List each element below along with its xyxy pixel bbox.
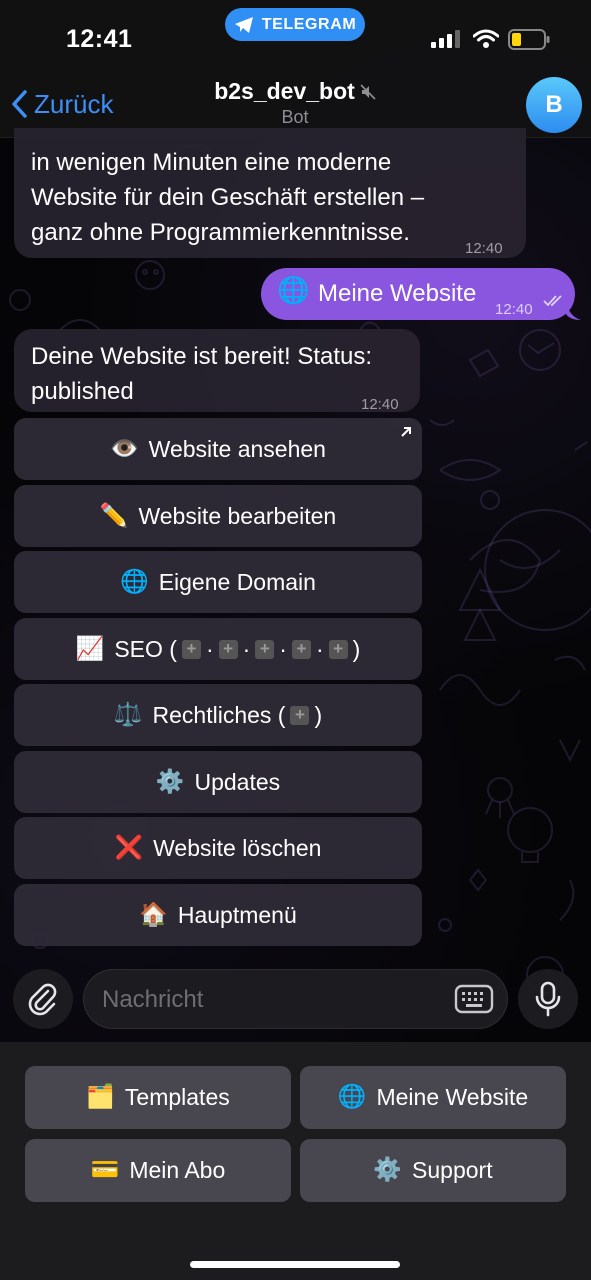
website-loeschen-button[interactable]: ❌ Website löschen <box>14 817 422 879</box>
globe-icon: 🌐 <box>337 1084 367 1110</box>
gear-icon: ⚙️ <box>155 768 185 795</box>
button-label: Website löschen <box>153 834 322 861</box>
microphone-icon <box>535 981 561 1017</box>
outgoing-message[interactable]: 🌐 Meine Website 12:40 <box>261 268 575 320</box>
message-line: Website für dein Geschäft erstellen – <box>31 184 425 211</box>
telegram-pill[interactable]: TELEGRAM <box>225 8 365 41</box>
button-label: Updates <box>194 768 281 795</box>
message-line: in wenigen Minuten eine moderne <box>31 149 392 176</box>
seo-label-row: SEO ( + · + · + · + · + ) <box>114 635 361 662</box>
gear-icon: ⚙️ <box>373 1157 403 1183</box>
incoming-message[interactable]: in wenigen Minuten eine moderne Website … <box>14 128 526 258</box>
plus-square-icon: + <box>181 639 201 659</box>
message-text: in wenigen Minuten eine moderne Website … <box>31 145 424 250</box>
eye-icon: 👁️ <box>110 435 139 462</box>
home-indicator[interactable] <box>190 1261 400 1268</box>
button-label: SEO ( <box>114 635 177 662</box>
keyboard-icon[interactable] <box>454 983 494 1015</box>
message-time: 12:40 <box>361 396 399 413</box>
globe-icon: 🌐 <box>120 568 149 595</box>
button-label: Support <box>412 1157 493 1183</box>
message-input-placeholder: Nachricht <box>102 986 204 1013</box>
button-label: Meine Website <box>376 1084 529 1110</box>
paper-plane-icon <box>234 16 253 33</box>
incoming-message[interactable]: Deine Website ist bereit! Status: publis… <box>14 329 420 413</box>
hauptmenue-button[interactable]: 🏠 Hauptmenü <box>14 884 422 946</box>
attach-button[interactable] <box>13 969 73 1029</box>
button-label: Website bearbeiten <box>138 502 337 529</box>
button-label: Templates <box>124 1084 230 1110</box>
message-input[interactable]: Nachricht <box>83 969 508 1029</box>
reply-keyboard: 🗂️ Templates 🌐 Meine Website 💳 Mein Abo … <box>0 1042 591 1280</box>
message-line: ganz ohne Programmierkenntnisse. <box>31 219 410 246</box>
rechtliches-label-row: Rechtliches ( + ) <box>153 702 323 729</box>
message-time: 12:40 <box>465 240 503 257</box>
templates-button[interactable]: 🗂️ Templates <box>25 1066 291 1129</box>
website-bearbeiten-button[interactable]: ✏️ Website bearbeiten <box>14 485 422 547</box>
plus-square-icon: + <box>218 639 238 659</box>
chart-increasing-icon: 📈 <box>75 635 105 662</box>
plus-square-icon: + <box>328 639 348 659</box>
plus-square-icon: + <box>255 639 275 659</box>
message-time: 12:40 <box>495 301 533 318</box>
pencil-icon: ✏️ <box>99 502 129 529</box>
status-time: 12:41 <box>66 25 133 53</box>
microphone-button[interactable] <box>518 969 578 1029</box>
scales-icon: ⚖️ <box>113 701 143 728</box>
message-line: published <box>31 378 134 405</box>
bubble-tail <box>566 300 581 320</box>
message-text: Deine Website ist bereit! Status: publis… <box>31 339 372 409</box>
credit-card-icon: 💳 <box>90 1157 120 1183</box>
button-label-end: ) <box>314 701 323 728</box>
paperclip-icon <box>28 983 57 1016</box>
header-spacer <box>0 70 591 138</box>
button-label: Hauptmenü <box>177 901 297 928</box>
rechtliches-button[interactable]: ⚖️ Rechtliches ( + ) <box>14 684 422 746</box>
button-label: Rechtliches ( <box>152 701 286 728</box>
seo-button[interactable]: 📈 SEO ( + · + · + · + · + ) <box>14 618 422 680</box>
eigene-domain-button[interactable]: 🌐 Eigene Domain <box>14 551 422 613</box>
battery-icon <box>508 29 550 50</box>
button-label-end: ) <box>352 635 361 662</box>
cross-mark-icon: ❌ <box>114 834 144 861</box>
globe-icon: 🌐 <box>277 276 310 306</box>
support-button[interactable]: ⚙️ Support <box>300 1139 566 1202</box>
button-label: Mein Abo <box>129 1157 226 1183</box>
card-index-dividers-icon: 🗂️ <box>86 1084 115 1110</box>
external-link-arrow-icon <box>401 427 411 437</box>
mein-abo-button[interactable]: 💳 Mein Abo <box>25 1139 291 1202</box>
message-line: Deine Website ist bereit! Status: <box>31 343 373 370</box>
button-label: Website ansehen <box>148 435 326 462</box>
meine-website-button[interactable]: 🌐 Meine Website <box>300 1066 566 1129</box>
double-check-icon <box>543 295 562 307</box>
status-bar: 12:41 TELEGRAM <box>0 0 591 70</box>
plus-square-icon: + <box>291 639 311 659</box>
website-ansehen-button[interactable]: 👁️ Website ansehen <box>14 418 422 480</box>
house-icon: 🏠 <box>139 901 168 928</box>
message-text: Meine Website <box>318 280 477 307</box>
wifi-icon <box>473 29 499 48</box>
button-label: Eigene Domain <box>158 568 316 595</box>
cellular-signal-icon <box>431 30 460 48</box>
updates-button[interactable]: ⚙️ Updates <box>14 751 422 813</box>
telegram-pill-label: TELEGRAM <box>261 15 357 33</box>
plus-square-icon: + <box>290 705 310 725</box>
